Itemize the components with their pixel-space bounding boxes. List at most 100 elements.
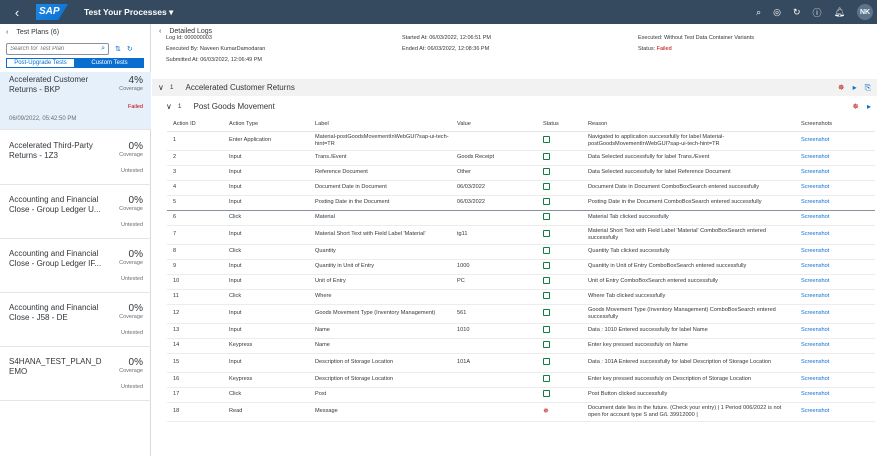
table-row[interactable]: 8 Click Quantity Quantity Tab clicked succe… xyxy=(167,244,875,260)
refresh-icon[interactable]: ↻ xyxy=(127,45,133,53)
table-row[interactable]: 12 Input Goods Movement Type (Inventory Ma… xyxy=(167,304,875,324)
table-row[interactable]: 2 Input Trans./Event Goods Receipt Data Sele… xyxy=(167,150,875,166)
sort-icon[interactable]: ⇅ xyxy=(115,45,121,53)
plan-coverage-percent: 0% xyxy=(128,195,143,206)
column-header[interactable]: Status xyxy=(537,117,582,132)
reason-cell: Data Selected successfully for label Tra… xyxy=(582,150,795,166)
screenshot-link[interactable]: Screenshot xyxy=(795,244,875,260)
table-row[interactable]: 6 Click Material Material Tab clicked succe… xyxy=(167,210,875,226)
table-row[interactable]: 11 Click Where Where Tab clicked successful… xyxy=(167,289,875,305)
action-id-cell: 7 xyxy=(167,225,223,245)
search-icon[interactable]: ⌕ xyxy=(756,7,761,18)
screenshot-link[interactable]: Screenshot xyxy=(795,387,875,403)
screenshot-link[interactable]: Screenshot xyxy=(795,372,875,388)
screenshot-link[interactable]: Screenshot xyxy=(795,194,875,211)
screenshot-link[interactable]: Screenshot xyxy=(795,338,875,354)
search-field[interactable]: ⌕ xyxy=(6,43,109,55)
label-cell: Posting Date in the Document xyxy=(309,194,451,211)
search-icon[interactable]: ⌕ xyxy=(101,45,105,53)
screenshot-link[interactable]: Screenshot xyxy=(795,131,875,151)
table-row[interactable]: 14 Keypress Name Enter key pressed successf… xyxy=(167,338,875,354)
column-header[interactable]: Action Type xyxy=(223,117,309,132)
value-cell xyxy=(451,244,537,260)
column-header[interactable]: Action ID xyxy=(167,117,223,132)
table-row[interactable]: 9 Input Quantity in Unit of Entry 1000 Quant… xyxy=(167,259,875,275)
search-input[interactable] xyxy=(10,46,90,52)
app-title-menu[interactable]: Test Your Processes ▾ xyxy=(84,7,173,18)
screenshot-link[interactable]: Screenshot xyxy=(795,304,875,324)
table-row[interactable]: 16 Keypress Description of Storage Locatio… xyxy=(167,372,875,388)
table-row[interactable]: 13 Input Name 1010 Data : 1010 Entered succe… xyxy=(167,323,875,339)
status-value: Failed xyxy=(656,46,672,52)
screenshot-link[interactable]: Screenshot xyxy=(795,180,875,196)
tab-post-upgrade-tests[interactable]: Post-Upgrade Tests xyxy=(6,58,75,68)
table-row[interactable]: 10 Input Unit of Entry PC Unit of Entry Comb… xyxy=(167,274,875,290)
value-cell: Other xyxy=(451,165,537,181)
table-row[interactable]: 7 Input Material Short Text with Field Lab… xyxy=(167,225,875,245)
notifications-icon[interactable]: ↻ xyxy=(793,7,801,18)
action-id-cell: 16 xyxy=(167,372,223,388)
screenshot-link[interactable]: Screenshot xyxy=(795,225,875,245)
tab-custom-tests[interactable]: Custom Tests xyxy=(75,58,144,68)
export-icon[interactable]: ⎘ xyxy=(865,83,871,93)
action-id-cell: 15 xyxy=(167,353,223,373)
action-id-cell: 6 xyxy=(167,210,223,226)
table-row[interactable]: 17 Click Post Post Button clicked successfu… xyxy=(167,387,875,403)
expand-chevron-icon[interactable]: ∨ xyxy=(158,83,164,92)
value-cell: PC xyxy=(451,274,537,290)
column-header[interactable]: Screenshots xyxy=(795,117,875,132)
plan-name: Accelerated Third-Party Returns - 1Z3 xyxy=(9,141,93,160)
test-plan-item[interactable]: Accounting and Financial Close - J58 - D… xyxy=(0,294,151,347)
play-icon[interactable]: ▸ xyxy=(867,102,871,111)
action-type-cell: Input xyxy=(223,353,309,373)
help-icon[interactable]: ⓘ xyxy=(813,6,822,19)
screenshot-link[interactable]: Screenshot xyxy=(795,353,875,373)
screenshot-link[interactable]: Screenshot xyxy=(795,289,875,305)
table-row[interactable]: 5 Input Posting Date in the Document 06/03/… xyxy=(167,194,875,211)
bell-icon[interactable]: 🔔︎ xyxy=(834,7,845,18)
table-row[interactable]: 1 Enter Application Material-postGoodsMove… xyxy=(167,131,875,151)
subgroup-actions: ✵ ▸ xyxy=(852,102,871,111)
subprocess-group-row[interactable]: ∨ 1 Post Goods Movement ✵ ▸ xyxy=(152,98,877,115)
executed-by: Executed By: Naveen KumarDamodaran xyxy=(166,46,266,52)
test-plan-item[interactable]: Accelerated Third-Party Returns - 1Z3 0%… xyxy=(0,132,151,185)
test-plan-item[interactable]: Accelerated Customer Returns - BKP 4% Co… xyxy=(0,72,151,130)
action-type-cell: Input xyxy=(223,165,309,181)
table-row[interactable]: 4 Input Document Date in Document 06/03/202… xyxy=(167,180,875,196)
expand-chevron-icon[interactable]: ∨ xyxy=(166,102,172,111)
collapse-chevron-icon[interactable]: ‹ xyxy=(6,29,8,36)
label-cell: Message xyxy=(309,402,451,422)
test-plan-item[interactable]: Accounting and Financial Close - Group L… xyxy=(0,186,151,239)
plan-status: Untested xyxy=(120,168,143,174)
back-chevron-icon[interactable]: ‹ xyxy=(159,28,161,35)
copilot-icon[interactable]: ◎ xyxy=(773,7,781,18)
table-row[interactable]: 3 Input Reference Document Other Data Select… xyxy=(167,165,875,181)
table-row[interactable]: 18 Read Message ✵ Document date lies in the … xyxy=(167,402,875,422)
test-plan-item[interactable]: S4HANA_TEST_PLAN_DEMO 0% Coverage Untest… xyxy=(0,348,151,401)
screenshot-link[interactable]: Screenshot xyxy=(795,274,875,290)
test-plan-item[interactable]: Accounting and Financial Close - Group L… xyxy=(0,240,151,293)
status-cell xyxy=(537,150,582,166)
error-bug-icon[interactable]: ✵ xyxy=(852,102,859,111)
screenshot-link[interactable]: Screenshot xyxy=(795,259,875,275)
play-icon[interactable]: ▸ xyxy=(853,83,857,93)
table-row[interactable]: 15 Input Description of Storage Location 10… xyxy=(167,353,875,373)
success-status-icon xyxy=(543,325,550,333)
column-header[interactable]: Reason xyxy=(582,117,795,132)
screenshot-link[interactable]: Screenshot xyxy=(795,210,875,226)
error-bug-icon[interactable]: ✵ xyxy=(838,83,845,93)
success-status-icon xyxy=(543,229,550,237)
screenshot-link[interactable]: Screenshot xyxy=(795,323,875,339)
process-group-row[interactable]: ∨ 1 Accelerated Customer Returns ✵ ▸ ⎘ xyxy=(152,79,877,96)
group-title: Accelerated Customer Returns xyxy=(185,83,295,92)
avatar[interactable]: NK xyxy=(857,4,873,20)
screenshot-link[interactable]: Screenshot xyxy=(795,402,875,422)
screenshot-link[interactable]: Screenshot xyxy=(795,150,875,166)
column-header[interactable]: Value xyxy=(451,117,537,132)
column-header[interactable]: Label xyxy=(309,117,451,132)
success-status-icon xyxy=(543,276,550,284)
status-cell xyxy=(537,165,582,181)
status-cell xyxy=(537,304,582,324)
screenshot-link[interactable]: Screenshot xyxy=(795,165,875,181)
back-arrow-icon[interactable]: ‹ xyxy=(6,5,28,20)
